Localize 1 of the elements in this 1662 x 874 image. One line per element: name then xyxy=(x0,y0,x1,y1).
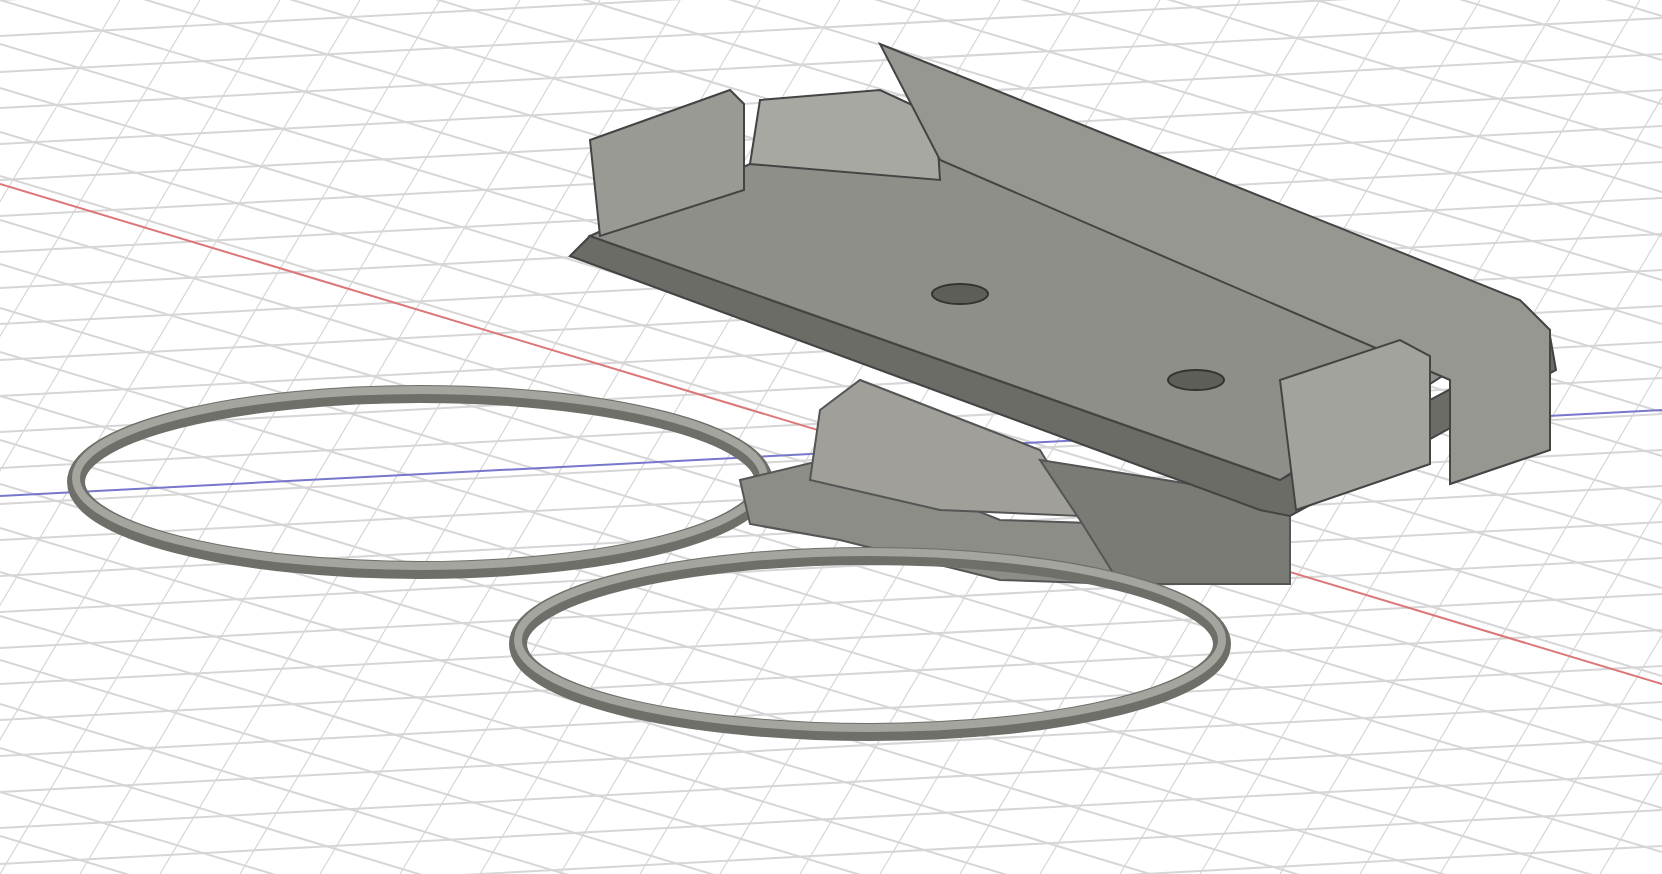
cad-viewport[interactable] xyxy=(0,0,1662,874)
